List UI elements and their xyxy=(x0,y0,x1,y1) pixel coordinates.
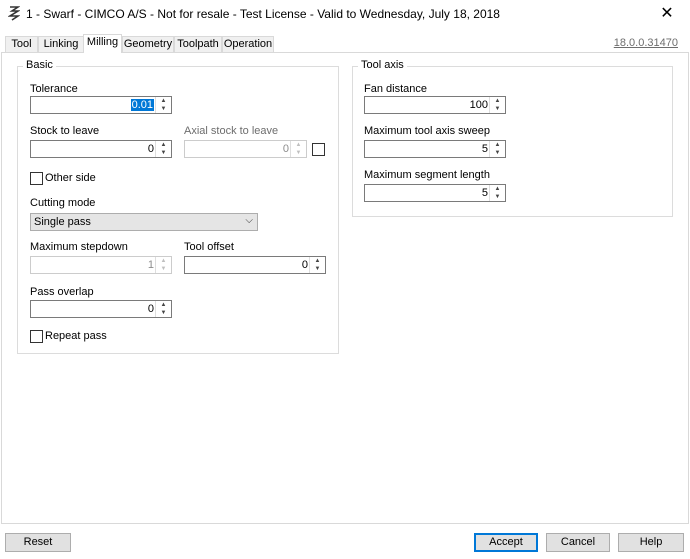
axial-stock-input[interactable]: 0 ▲ ▼ xyxy=(184,140,307,158)
fan-distance-label: Fan distance xyxy=(364,83,427,95)
max-sweep-input[interactable]: 5 ▲ ▼ xyxy=(364,140,506,158)
repeat-pass-checkbox[interactable] xyxy=(30,330,43,343)
max-sweep-value[interactable]: 5 xyxy=(482,143,488,155)
tolerance-up-icon[interactable]: ▲ xyxy=(156,97,171,105)
cutting-mode-label: Cutting mode xyxy=(30,197,96,209)
overlap-down-icon[interactable]: ▼ xyxy=(156,309,171,317)
max-stepdown-spinner: ▲ ▼ xyxy=(155,257,171,273)
help-button[interactable]: Help xyxy=(618,533,684,552)
max-stepdown-input[interactable]: 1 ▲ ▼ xyxy=(30,256,172,274)
pass-overlap-label: Pass overlap xyxy=(30,286,94,298)
max-segment-label: Maximum segment length xyxy=(364,169,490,181)
tab-milling[interactable]: Milling xyxy=(83,34,122,53)
axial-stock-value[interactable]: 0 xyxy=(283,143,289,155)
axial-stock-checkbox[interactable] xyxy=(312,143,325,156)
stepdown-down-icon[interactable]: ▼ xyxy=(156,265,171,273)
axial-stock-label: Axial stock to leave xyxy=(184,125,279,137)
pass-overlap-value[interactable]: 0 xyxy=(148,303,154,315)
fan-up-icon[interactable]: ▲ xyxy=(490,97,505,105)
other-side-checkbox[interactable] xyxy=(30,172,43,185)
cutting-mode-value[interactable]: Single pass xyxy=(34,216,91,228)
offset-down-icon[interactable]: ▼ xyxy=(310,265,325,273)
cancel-button[interactable]: Cancel xyxy=(546,533,610,552)
tolerance-value[interactable]: 0.01 xyxy=(130,99,154,111)
tool-offset-label: Tool offset xyxy=(184,241,234,253)
axial-up-icon[interactable]: ▲ xyxy=(291,141,306,149)
max-sweep-label: Maximum tool axis sweep xyxy=(364,125,490,137)
app-logo-icon xyxy=(8,6,20,21)
segment-down-icon[interactable]: ▼ xyxy=(490,193,505,201)
basic-group-title: Basic xyxy=(23,59,56,71)
fan-distance-spinner: ▲ ▼ xyxy=(489,97,505,113)
milling-panel: Basic Tolerance 0.01 ▲ ▼ Stock to leave … xyxy=(1,52,689,524)
tool-offset-spinner: ▲ ▼ xyxy=(309,257,325,273)
stock-to-leave-input[interactable]: 0 ▲ ▼ xyxy=(30,140,172,158)
tool-axis-group-title: Tool axis xyxy=(358,59,407,71)
tolerance-down-icon[interactable]: ▼ xyxy=(156,105,171,113)
repeat-pass-label[interactable]: Repeat pass xyxy=(45,330,107,342)
tolerance-label: Tolerance xyxy=(30,83,78,95)
max-segment-spinner: ▲ ▼ xyxy=(489,185,505,201)
stock-to-leave-label: Stock to leave xyxy=(30,125,100,137)
fan-distance-input[interactable]: 100 ▲ ▼ xyxy=(364,96,506,114)
tolerance-input[interactable]: 0.01 ▲ ▼ xyxy=(30,96,172,114)
max-segment-input[interactable]: 5 ▲ ▼ xyxy=(364,184,506,202)
version-link[interactable]: 18.0.0.31470 xyxy=(614,37,678,49)
chevron-down-icon[interactable]: ⌵ xyxy=(245,215,253,226)
tool-offset-input[interactable]: 0 ▲ ▼ xyxy=(184,256,326,274)
reset-button[interactable]: Reset xyxy=(5,533,71,552)
max-stepdown-label: Maximum stepdown xyxy=(30,241,128,253)
axial-down-icon[interactable]: ▼ xyxy=(291,149,306,157)
stock-up-icon[interactable]: ▲ xyxy=(156,141,171,149)
tool-offset-value[interactable]: 0 xyxy=(302,259,308,271)
pass-overlap-input[interactable]: 0 ▲ ▼ xyxy=(30,300,172,318)
cutting-mode-select[interactable]: Single pass ⌵ xyxy=(30,213,258,231)
sweep-down-icon[interactable]: ▼ xyxy=(490,149,505,157)
stock-to-leave-value[interactable]: 0 xyxy=(148,143,154,155)
tab-toolpath[interactable]: Toolpath xyxy=(174,36,222,52)
segment-up-icon[interactable]: ▲ xyxy=(490,185,505,193)
fan-distance-value[interactable]: 100 xyxy=(470,99,488,111)
other-side-label[interactable]: Other side xyxy=(45,172,96,184)
accept-button[interactable]: Accept xyxy=(474,533,538,552)
offset-up-icon[interactable]: ▲ xyxy=(310,257,325,265)
tab-strip: Tool Linking Milling Geometry Toolpath O… xyxy=(0,32,690,53)
axial-stock-spinner: ▲ ▼ xyxy=(290,141,306,157)
overlap-up-icon[interactable]: ▲ xyxy=(156,301,171,309)
tab-geometry[interactable]: Geometry xyxy=(122,36,174,52)
max-segment-value[interactable]: 5 xyxy=(482,187,488,199)
tab-operation[interactable]: Operation xyxy=(222,36,274,52)
title-bar: 1 - Swarf - CIMCO A/S - Not for resale -… xyxy=(0,0,690,28)
window-title: 1 - Swarf - CIMCO A/S - Not for resale -… xyxy=(26,7,500,21)
stock-down-icon[interactable]: ▼ xyxy=(156,149,171,157)
pass-overlap-spinner: ▲ ▼ xyxy=(155,301,171,317)
fan-down-icon[interactable]: ▼ xyxy=(490,105,505,113)
sweep-up-icon[interactable]: ▲ xyxy=(490,141,505,149)
max-sweep-spinner: ▲ ▼ xyxy=(489,141,505,157)
stock-to-leave-spinner: ▲ ▼ xyxy=(155,141,171,157)
max-stepdown-value[interactable]: 1 xyxy=(148,259,154,271)
stepdown-up-icon[interactable]: ▲ xyxy=(156,257,171,265)
tab-linking[interactable]: Linking xyxy=(38,36,84,52)
close-button[interactable]: ✕ xyxy=(644,0,690,28)
tab-tool[interactable]: Tool xyxy=(5,36,38,52)
tolerance-spinner: ▲ ▼ xyxy=(155,97,171,113)
